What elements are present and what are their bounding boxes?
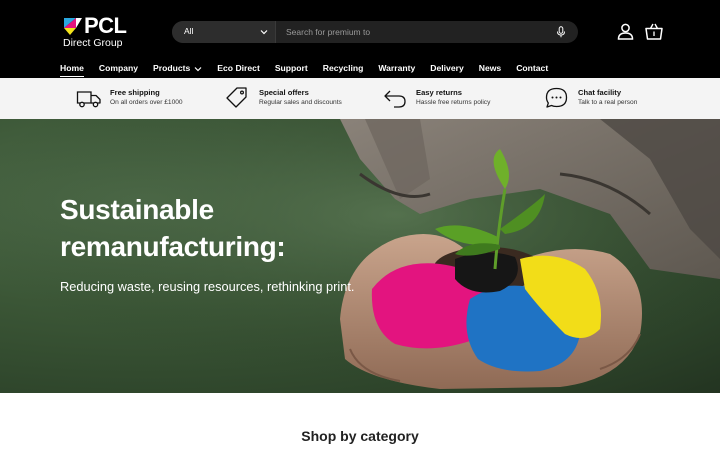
nav-item-label: Home	[60, 63, 84, 73]
search-bar: All	[172, 21, 578, 43]
logo-wordmark: PCL	[84, 13, 127, 38]
nav-item-label: Products	[153, 63, 191, 73]
nav-item-eco-direct[interactable]: Eco Direct	[217, 63, 260, 77]
benefit-title: Chat facility	[578, 88, 622, 97]
hero-banner[interactable]: Sustainable remanufacturing: Reducing wa…	[0, 119, 720, 393]
nav-item-label: Warranty	[378, 63, 416, 73]
chevron-down-icon	[260, 30, 268, 35]
nav-item-support[interactable]: Support	[275, 63, 308, 77]
benefit-text: Regular sales and discounts	[259, 99, 342, 106]
nav-item-news[interactable]: News	[479, 63, 501, 77]
benefit-title: Free shipping	[110, 88, 160, 97]
benefit-title: Easy returns	[416, 88, 463, 97]
nav-item-label: Company	[98, 63, 139, 73]
search-category-value: All	[184, 26, 194, 36]
nav-item-home[interactable]: Home	[60, 63, 84, 77]
nav-item-label: News	[478, 63, 502, 73]
main-nav: Home Company Products Eco Direct Support…	[60, 63, 563, 77]
pcl-logo[interactable]: PCL Direct Group	[62, 14, 142, 50]
pcl-logo-mark-icon	[64, 18, 82, 35]
benefit-text: Talk to a real person	[578, 99, 638, 106]
benefits-strip: Free shipping On all orders over £1000 S…	[0, 78, 720, 119]
nav-item-recycling[interactable]: Recycling	[323, 63, 364, 77]
nav-item-label: Contact	[516, 63, 549, 73]
shop-by-category-heading: Shop by category	[301, 428, 419, 444]
benefit-text: Hassle free returns policy	[416, 99, 491, 106]
account-icon[interactable]	[617, 23, 634, 40]
benefit-text: On all orders over £1000	[110, 99, 183, 106]
search-category-select[interactable]: All	[172, 21, 276, 43]
hero-subtitle: Reducing waste, reusing resources, rethi…	[60, 279, 355, 294]
hero-title: Sustainable remanufacturing:	[60, 194, 286, 262]
search-input[interactable]	[286, 21, 536, 43]
price-tag-icon	[226, 87, 247, 108]
nav-item-products[interactable]: Products	[153, 63, 202, 77]
nav-item-delivery[interactable]: Delivery	[430, 63, 463, 77]
chevron-down-icon	[194, 67, 202, 72]
delivery-truck-icon	[76, 91, 101, 108]
nav-item-label: Delivery	[430, 63, 464, 73]
nav-item-label: Recycling	[322, 63, 364, 73]
nav-item-label: Support	[274, 63, 308, 73]
benefit-title: Special offers	[259, 88, 309, 97]
chat-bubble-icon	[545, 87, 568, 108]
microphone-icon[interactable]	[556, 26, 566, 38]
nav-item-company[interactable]: Company	[99, 63, 138, 77]
site-header: PCL Direct Group All Home Company Produc…	[0, 0, 720, 78]
nav-item-contact[interactable]: Contact	[516, 63, 548, 77]
nav-item-warranty[interactable]: Warranty	[378, 63, 415, 77]
nav-item-label: Eco Direct	[217, 63, 260, 73]
logo-subtitle: Direct Group	[63, 37, 123, 49]
return-arrow-icon	[384, 90, 406, 108]
cart-icon[interactable]	[645, 23, 663, 40]
